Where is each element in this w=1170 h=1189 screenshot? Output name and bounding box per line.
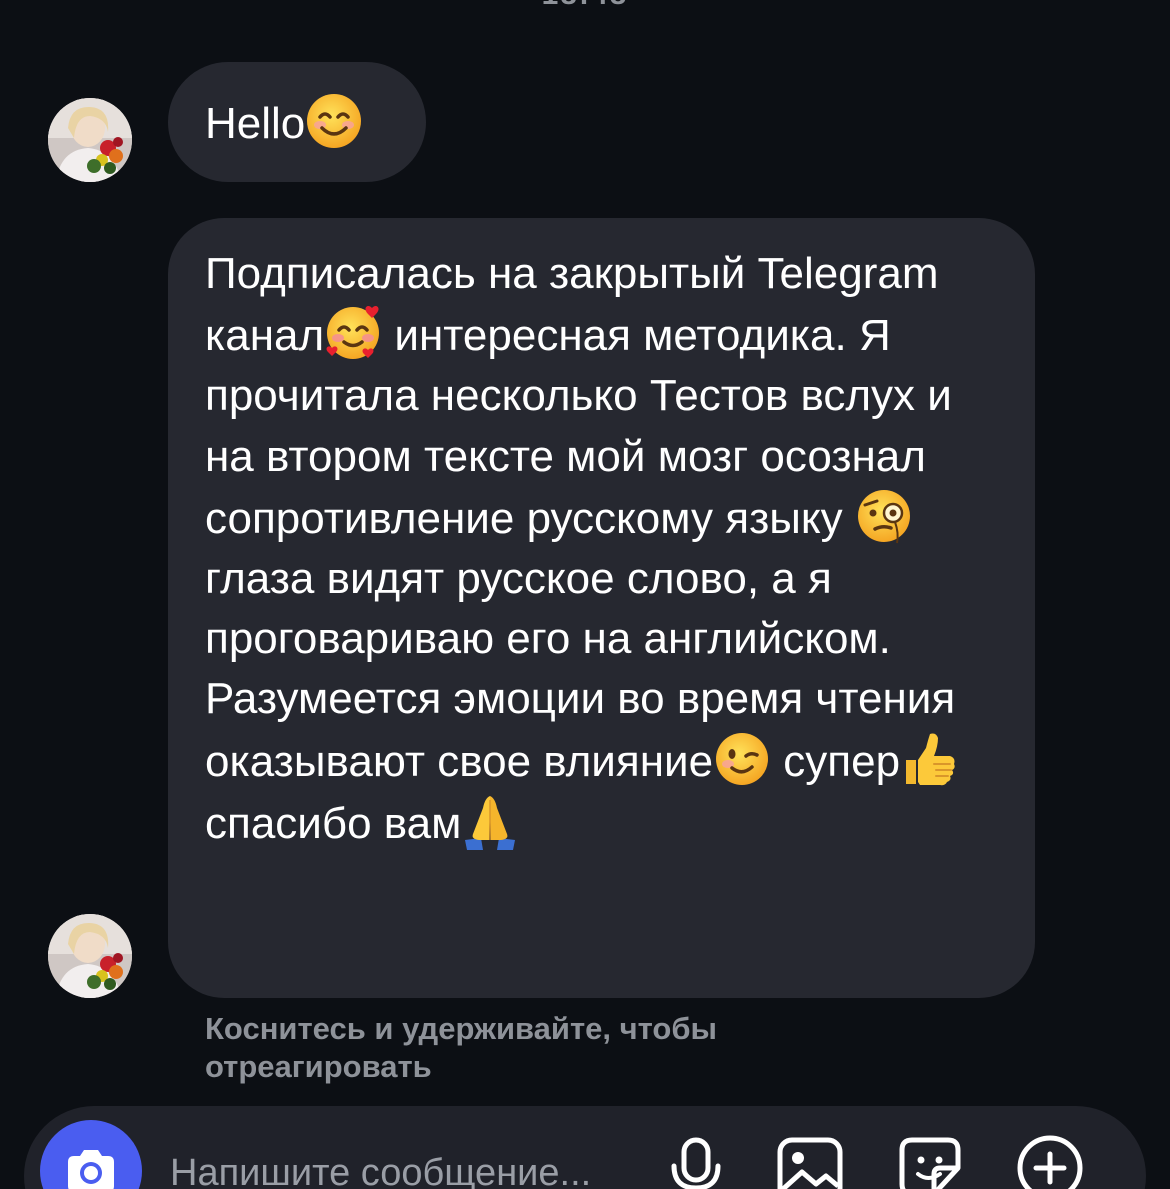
message-bubble[interactable]: Hello: [168, 62, 426, 182]
folded-hands-emoji: [461, 792, 519, 850]
winking-face-emoji: [713, 730, 771, 788]
avatar[interactable]: [48, 914, 132, 998]
avatar[interactable]: [48, 98, 132, 182]
add-icon[interactable]: [1016, 1134, 1084, 1189]
avatar-photo: [48, 98, 132, 182]
smiling-face-emoji: [305, 92, 363, 150]
thumbs-up-emoji: [900, 730, 958, 788]
message-text-part: супер: [771, 736, 901, 786]
message-input[interactable]: [170, 1148, 640, 1189]
reaction-hint: Коснитесь и удерживайте, чтобы отреагиро…: [205, 1011, 717, 1084]
gallery-icon[interactable]: [776, 1134, 844, 1189]
sticker-icon[interactable]: [896, 1134, 964, 1189]
face-with-monocle-emoji: [855, 487, 913, 545]
message-bubble[interactable]: Подписалась на закрытый Telegram канал и…: [168, 218, 1035, 998]
microphone-icon[interactable]: [668, 1134, 724, 1189]
message-timestamp: 18:48: [0, 0, 1170, 12]
message-text: Hello: [205, 99, 306, 148]
camera-icon: [68, 1150, 114, 1189]
chat-screen: 18:48 Hello: [0, 0, 1170, 1189]
message-text-part: спасибо вам: [205, 798, 462, 848]
avatar-photo: [48, 914, 132, 998]
smiling-face-with-hearts-emoji: [324, 304, 382, 362]
